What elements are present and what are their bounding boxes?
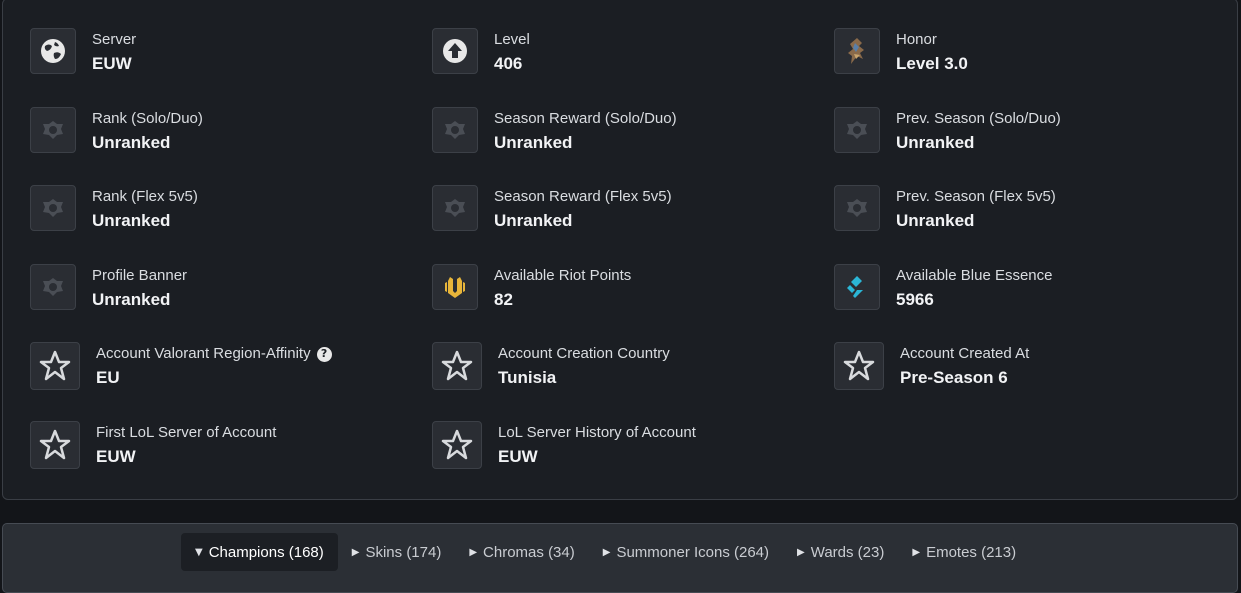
stat-value: Unranked <box>92 211 171 230</box>
stat-label: Account Created At <box>900 345 1030 362</box>
unranked-emblem-icon <box>30 263 76 310</box>
stat-label: Level <box>494 31 530 48</box>
stat-value: Unranked <box>494 132 573 152</box>
unranked-emblem-icon <box>432 106 478 153</box>
collection-tab-bar: ▼ Champions (168) ▶ Skins (174) ▶ Chroma… <box>2 523 1238 593</box>
stat-profile-banner: Profile Banner Unranked <box>30 263 432 343</box>
unranked-emblem-icon <box>834 106 880 153</box>
caret-right-icon: ▶ <box>912 546 921 558</box>
stat-label: Rank (Flex 5v5) <box>92 188 198 205</box>
stat-prev-season-flex: Prev. Season (Flex 5v5) Unranked <box>834 185 1236 264</box>
tab-label: Chromas (34) <box>483 543 575 561</box>
stat-value: EUW <box>96 446 136 466</box>
star-icon <box>30 420 80 469</box>
stat-first-server: First LoL Server of Account EUW <box>30 420 432 500</box>
stat-label: Prev. Season (Flex 5v5) <box>896 188 1056 205</box>
stat-label: Prev. Season (Solo/Duo) <box>896 109 1061 127</box>
stat-label: Account Creation Country <box>498 345 670 362</box>
stat-value: Unranked <box>92 289 171 309</box>
stat-value: 406 <box>494 54 523 73</box>
account-stats-panel: Server EUW Level 406 Honor Level 3.0 Ran… <box>2 0 1238 500</box>
tab-champions[interactable]: ▼ Champions (168) <box>181 533 338 571</box>
stat-honor: Honor Level 3.0 <box>834 28 1236 107</box>
tab-label: Summoner Icons (264) <box>616 543 770 561</box>
tab-label: Wards (23) <box>810 543 885 561</box>
stat-value: Unranked <box>92 132 171 152</box>
globe-icon <box>30 28 76 74</box>
star-icon <box>432 342 482 390</box>
unranked-emblem-icon <box>30 185 76 231</box>
stats-grid: Server EUW Level 406 Honor Level 3.0 Ran… <box>30 28 1236 499</box>
caret-down-icon: ▼ <box>195 546 203 558</box>
stat-created-at: Account Created At Pre-Season 6 <box>834 342 1236 421</box>
stat-rank-flex: Rank (Flex 5v5) Unranked <box>30 185 432 264</box>
unranked-emblem-icon <box>432 185 478 231</box>
blue-essence-icon <box>834 263 880 310</box>
stat-value: Pre-Season 6 <box>900 368 1008 387</box>
stat-season-reward-flex: Season Reward (Flex 5v5) Unranked <box>432 185 834 264</box>
stat-label: First LoL Server of Account <box>96 423 277 441</box>
stat-label-text: Account Valorant Region-Affinity <box>96 345 311 362</box>
honor-icon <box>834 28 880 74</box>
unranked-emblem-icon <box>30 106 76 153</box>
riot-points-icon <box>432 263 478 310</box>
stat-creation-country: Account Creation Country Tunisia <box>432 342 834 421</box>
star-icon <box>834 342 884 390</box>
collection-tabs: ▼ Champions (168) ▶ Skins (174) ▶ Chroma… <box>181 533 1030 571</box>
stat-value: Tunisia <box>498 368 557 387</box>
tab-summoner-icons[interactable]: ▶ Summoner Icons (264) <box>589 533 783 571</box>
stat-rank-solo: Rank (Solo/Duo) Unranked <box>30 106 432 186</box>
stat-label: Honor <box>896 31 937 48</box>
caret-right-icon: ▶ <box>602 546 611 558</box>
stat-label: Available Blue Essence <box>896 266 1053 284</box>
stat-level: Level 406 <box>432 28 834 107</box>
stat-value: Unranked <box>494 211 573 230</box>
stat-label: Season Reward (Solo/Duo) <box>494 109 677 127</box>
unranked-emblem-icon <box>834 185 880 231</box>
stat-value: Unranked <box>896 132 975 152</box>
stat-valorant-region: Account Valorant Region-Affinity ? EU <box>30 342 432 421</box>
stat-riot-points: Available Riot Points 82 <box>432 263 834 343</box>
stat-value: EUW <box>92 54 132 73</box>
stat-label: Server <box>92 31 137 48</box>
star-icon <box>30 342 80 390</box>
caret-right-icon: ▶ <box>469 546 478 558</box>
stat-value: EUW <box>498 446 538 466</box>
tab-skins[interactable]: ▶ Skins (174) <box>338 533 456 571</box>
stat-value: Unranked <box>896 211 975 230</box>
tab-label: Emotes (213) <box>926 543 1017 561</box>
tab-chromas[interactable]: ▶ Chromas (34) <box>455 533 588 571</box>
tab-emotes[interactable]: ▶ Emotes (213) <box>898 533 1030 571</box>
stat-value: 82 <box>494 289 513 309</box>
help-icon[interactable]: ? <box>316 346 332 362</box>
stat-label: Account Valorant Region-Affinity ? <box>96 345 332 363</box>
caret-right-icon: ▶ <box>351 546 360 558</box>
tab-label: Skins (174) <box>365 543 442 561</box>
stat-value: EU <box>96 368 120 387</box>
stat-label: Season Reward (Flex 5v5) <box>494 188 672 205</box>
stat-value: Level 3.0 <box>896 54 968 73</box>
stat-server-history: LoL Server History of Account EUW <box>432 420 834 500</box>
level-up-icon <box>432 28 478 74</box>
stat-season-reward-solo: Season Reward (Solo/Duo) Unranked <box>432 106 834 186</box>
tab-wards[interactable]: ▶ Wards (23) <box>783 533 898 571</box>
stat-server: Server EUW <box>30 28 432 107</box>
stat-label: LoL Server History of Account <box>498 423 696 441</box>
stat-label: Profile Banner <box>92 266 188 284</box>
caret-right-icon: ▶ <box>797 546 805 558</box>
stat-value: 5966 <box>896 289 934 309</box>
star-icon <box>432 420 482 469</box>
stat-prev-season-solo: Prev. Season (Solo/Duo) Unranked <box>834 106 1236 186</box>
stat-blue-essence: Available Blue Essence 5966 <box>834 263 1236 343</box>
stat-label: Available Riot Points <box>494 266 632 284</box>
stat-label: Rank (Solo/Duo) <box>92 109 203 127</box>
tab-label: Champions (168) <box>208 543 324 561</box>
